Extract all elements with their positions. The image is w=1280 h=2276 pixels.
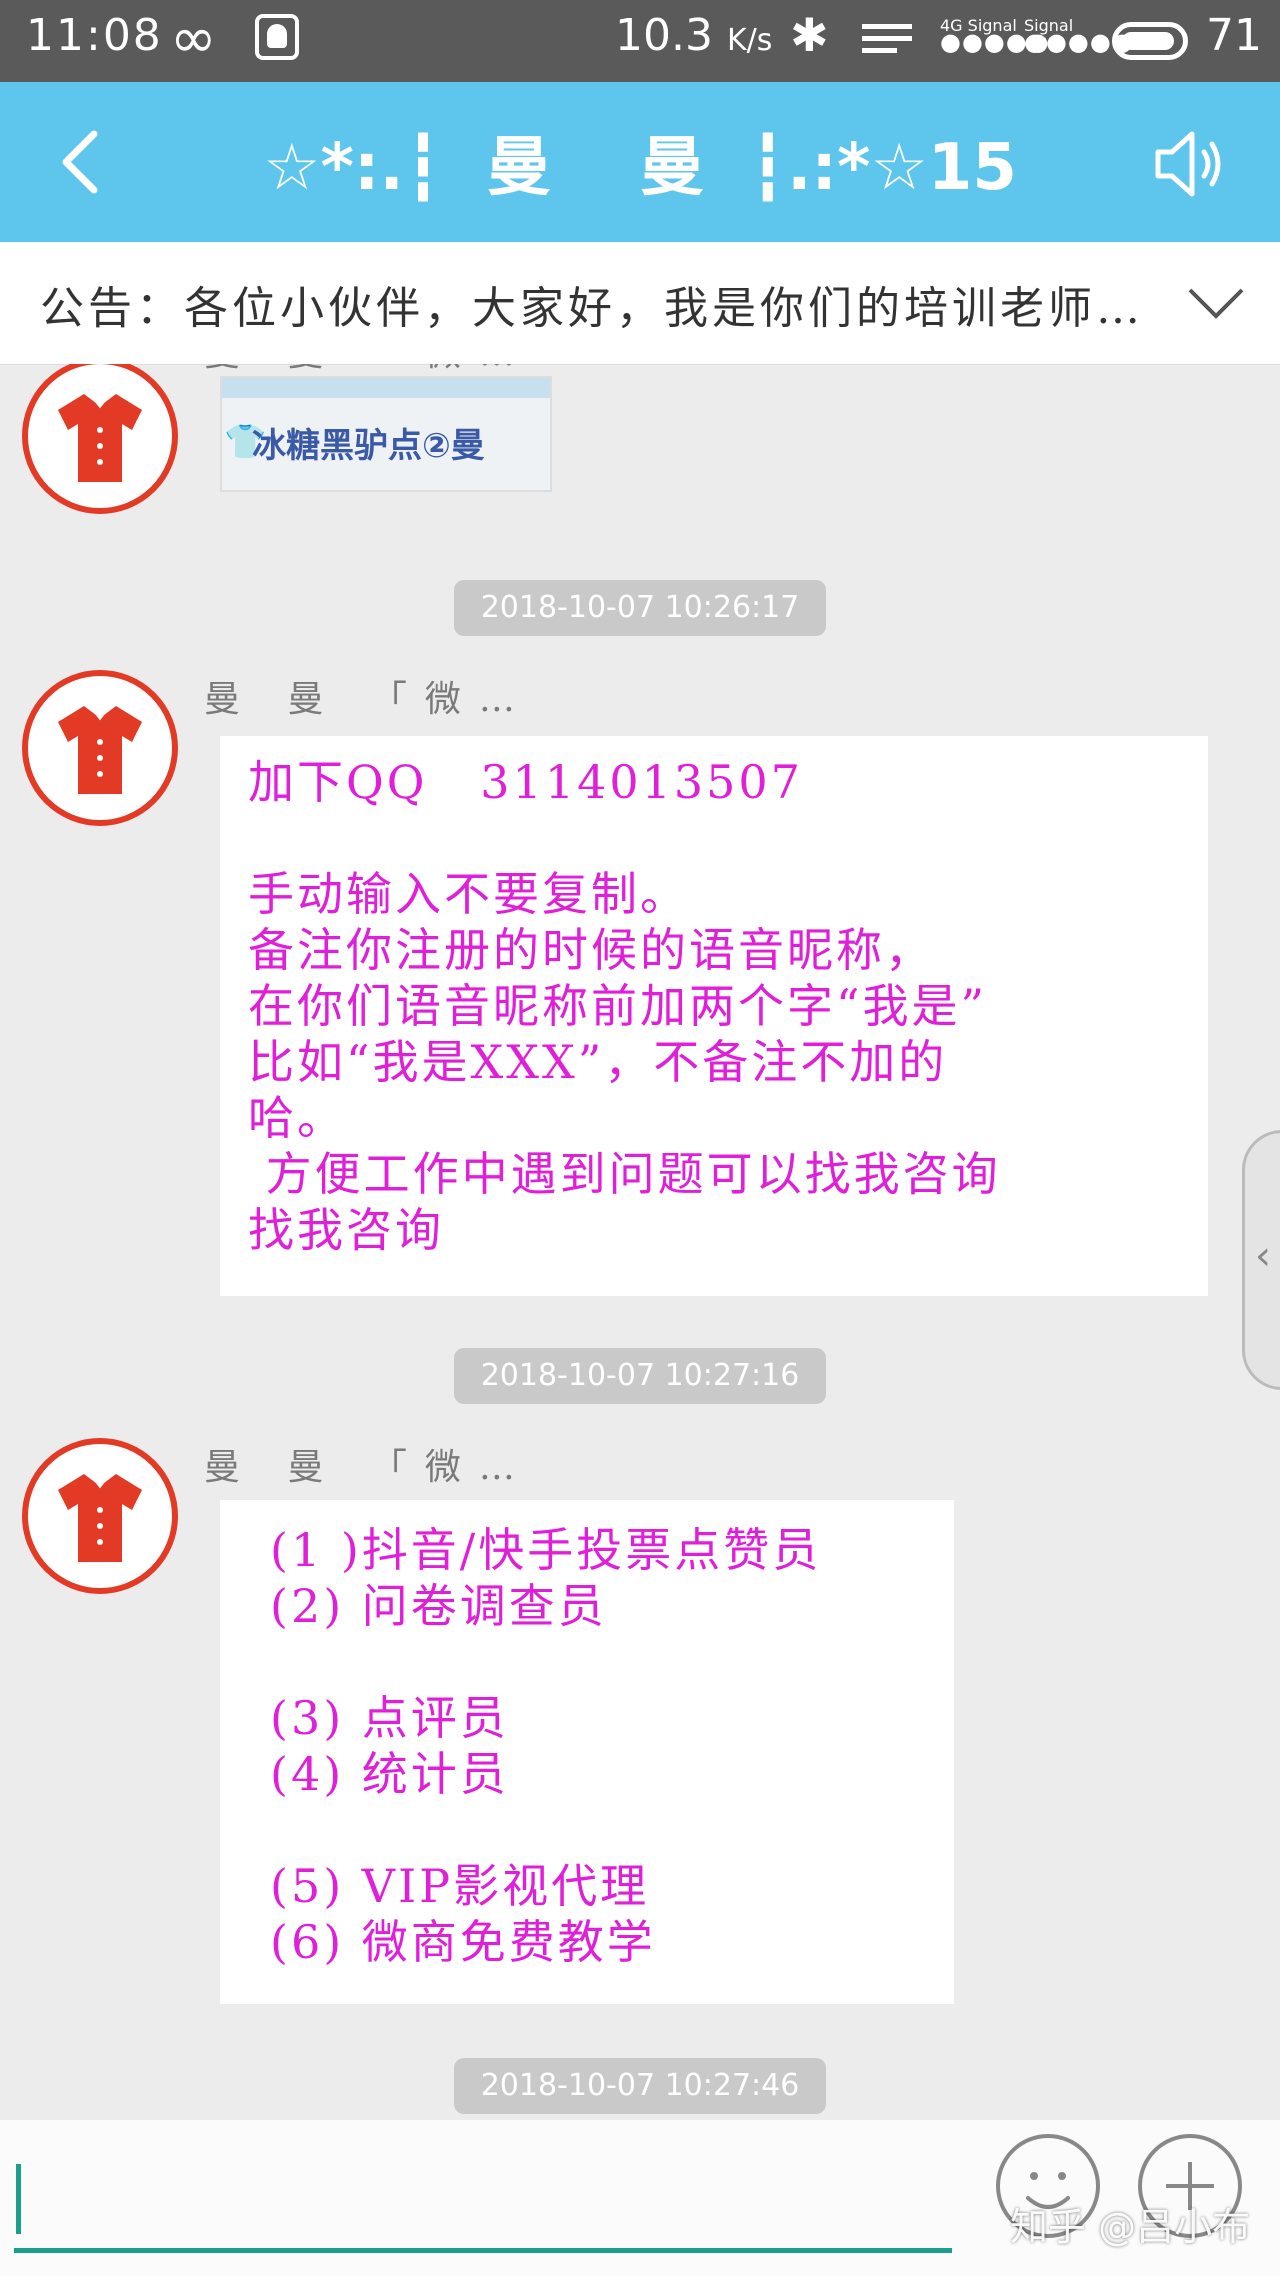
message-input[interactable]: [14, 2150, 952, 2253]
battery-icon: [1112, 22, 1188, 60]
shirt-icon: [58, 706, 142, 794]
shirt-icon: [58, 394, 142, 482]
chevron-down-icon[interactable]: [1186, 278, 1246, 328]
sender-name: 曼 曼 「微…: [204, 364, 533, 376]
speaker-icon: [1155, 131, 1221, 197]
speaker-button[interactable]: [1150, 124, 1230, 204]
avatar[interactable]: [22, 1438, 178, 1594]
chat-title: ☆*:.┇ 曼 曼 ┇.:*☆15: [263, 131, 1017, 205]
image-message[interactable]: 👕 冰糖黑驴点②曼: [220, 376, 552, 492]
sender-name: 曼 曼 「微…: [204, 679, 533, 720]
image-caption: 冰糖黑驴点②曼: [252, 426, 485, 466]
message-item: 曼 曼 「微… (1 )抖音/快手投票点赞员 (2) 问卷调查员 (3) 点评员…: [0, 1438, 1280, 2004]
bluetooth-icon: ✱: [790, 8, 829, 62]
message-timestamp: 2018-10-07 10:27:46: [454, 2058, 826, 2114]
network-speed-value: 10.3: [615, 10, 713, 61]
shirt-icon: [58, 1474, 142, 1562]
message-timestamp: 2018-10-07 10:27:16: [454, 1348, 826, 1404]
network-speed: 10.3 K/s: [615, 10, 772, 61]
side-drawer-handle[interactable]: ‹: [1242, 1130, 1280, 1390]
back-button[interactable]: [48, 122, 128, 202]
group-announcement[interactable]: 公告：各位小伙伴，大家好，我是你们的培训老师…: [0, 242, 1280, 365]
sender-name: 曼 曼 「微…: [204, 1447, 533, 1488]
qq-notification-icon: [255, 14, 299, 60]
message-bubble[interactable]: 加下QQ 3114013507 手动输入不要复制。 备注你注册的时候的语音昵称，…: [220, 736, 1208, 1296]
infinity-icon: ∞: [170, 6, 217, 71]
chat-header: ☆*:.┇ 曼 曼 ┇.:*☆15: [0, 82, 1280, 242]
avatar[interactable]: [22, 670, 178, 826]
back-arrow-icon: [62, 130, 98, 194]
watermark: 知乎 @吕小布: [1010, 2205, 1251, 2249]
avatar[interactable]: [22, 364, 178, 514]
message-bubble[interactable]: (1 )抖音/快手投票点赞员 (2) 问卷调查员 (3) 点评员 (4) 统计员…: [220, 1500, 954, 2004]
announcement-text: 公告：各位小伙伴，大家好，我是你们的培训老师…: [40, 283, 1144, 334]
chevron-left-icon: ‹: [1255, 1233, 1271, 1279]
notification-list-icon: [862, 24, 912, 58]
status-time: 11:08: [26, 10, 163, 61]
message-item: 曼 曼 「微… 👕 冰糖黑驴点②曼: [0, 364, 1280, 544]
network-speed-unit: K/s: [726, 23, 773, 58]
message-list[interactable]: 曼 曼 「微… 👕 冰糖黑驴点②曼 2018-10-07 10:26:17 曼 …: [0, 364, 1280, 2120]
message-item: 曼 曼 「微… 加下QQ 3114013507 手动输入不要复制。 备注你注册的…: [0, 670, 1280, 1296]
text-cursor: [16, 2164, 21, 2234]
message-timestamp: 2018-10-07 10:26:17: [454, 580, 826, 636]
battery-percent: 71: [1206, 10, 1262, 61]
status-bar: 11:08 ∞ 10.3 K/s ✱ 4G Signal ●●●●● Signal…: [0, 0, 1280, 82]
